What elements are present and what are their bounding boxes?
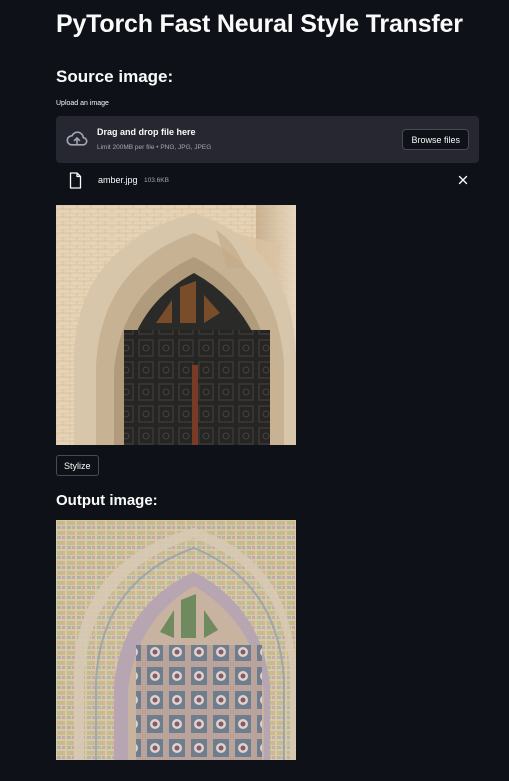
- page-title: PyTorch Fast Neural Style Transfer: [56, 10, 463, 38]
- uploaded-file-row: amber.jpg 103.6KB: [56, 170, 479, 192]
- dropzone-instructions: Drag and drop file here: [97, 127, 196, 137]
- file-name: amber.jpg: [98, 175, 138, 185]
- dropzone-limit-text: Limit 200MB per file • PNG, JPG, JPEG: [97, 144, 212, 151]
- output-image-heading: Output image:: [56, 492, 158, 509]
- cloud-upload-icon: [66, 131, 88, 146]
- source-image: [56, 205, 296, 445]
- file-icon: [69, 172, 82, 189]
- file-size: 103.6KB: [144, 177, 169, 184]
- output-image: [56, 520, 296, 760]
- file-dropzone[interactable]: Drag and drop file here Limit 200MB per …: [56, 116, 479, 163]
- upload-label: Upload an image: [56, 100, 109, 107]
- close-icon[interactable]: [456, 173, 470, 187]
- source-image-heading: Source image:: [56, 67, 174, 86]
- stylize-button[interactable]: Stylize: [56, 455, 99, 476]
- app-page: PyTorch Fast Neural Style Transfer Sourc…: [0, 0, 509, 781]
- browse-files-button[interactable]: Browse files: [402, 129, 469, 150]
